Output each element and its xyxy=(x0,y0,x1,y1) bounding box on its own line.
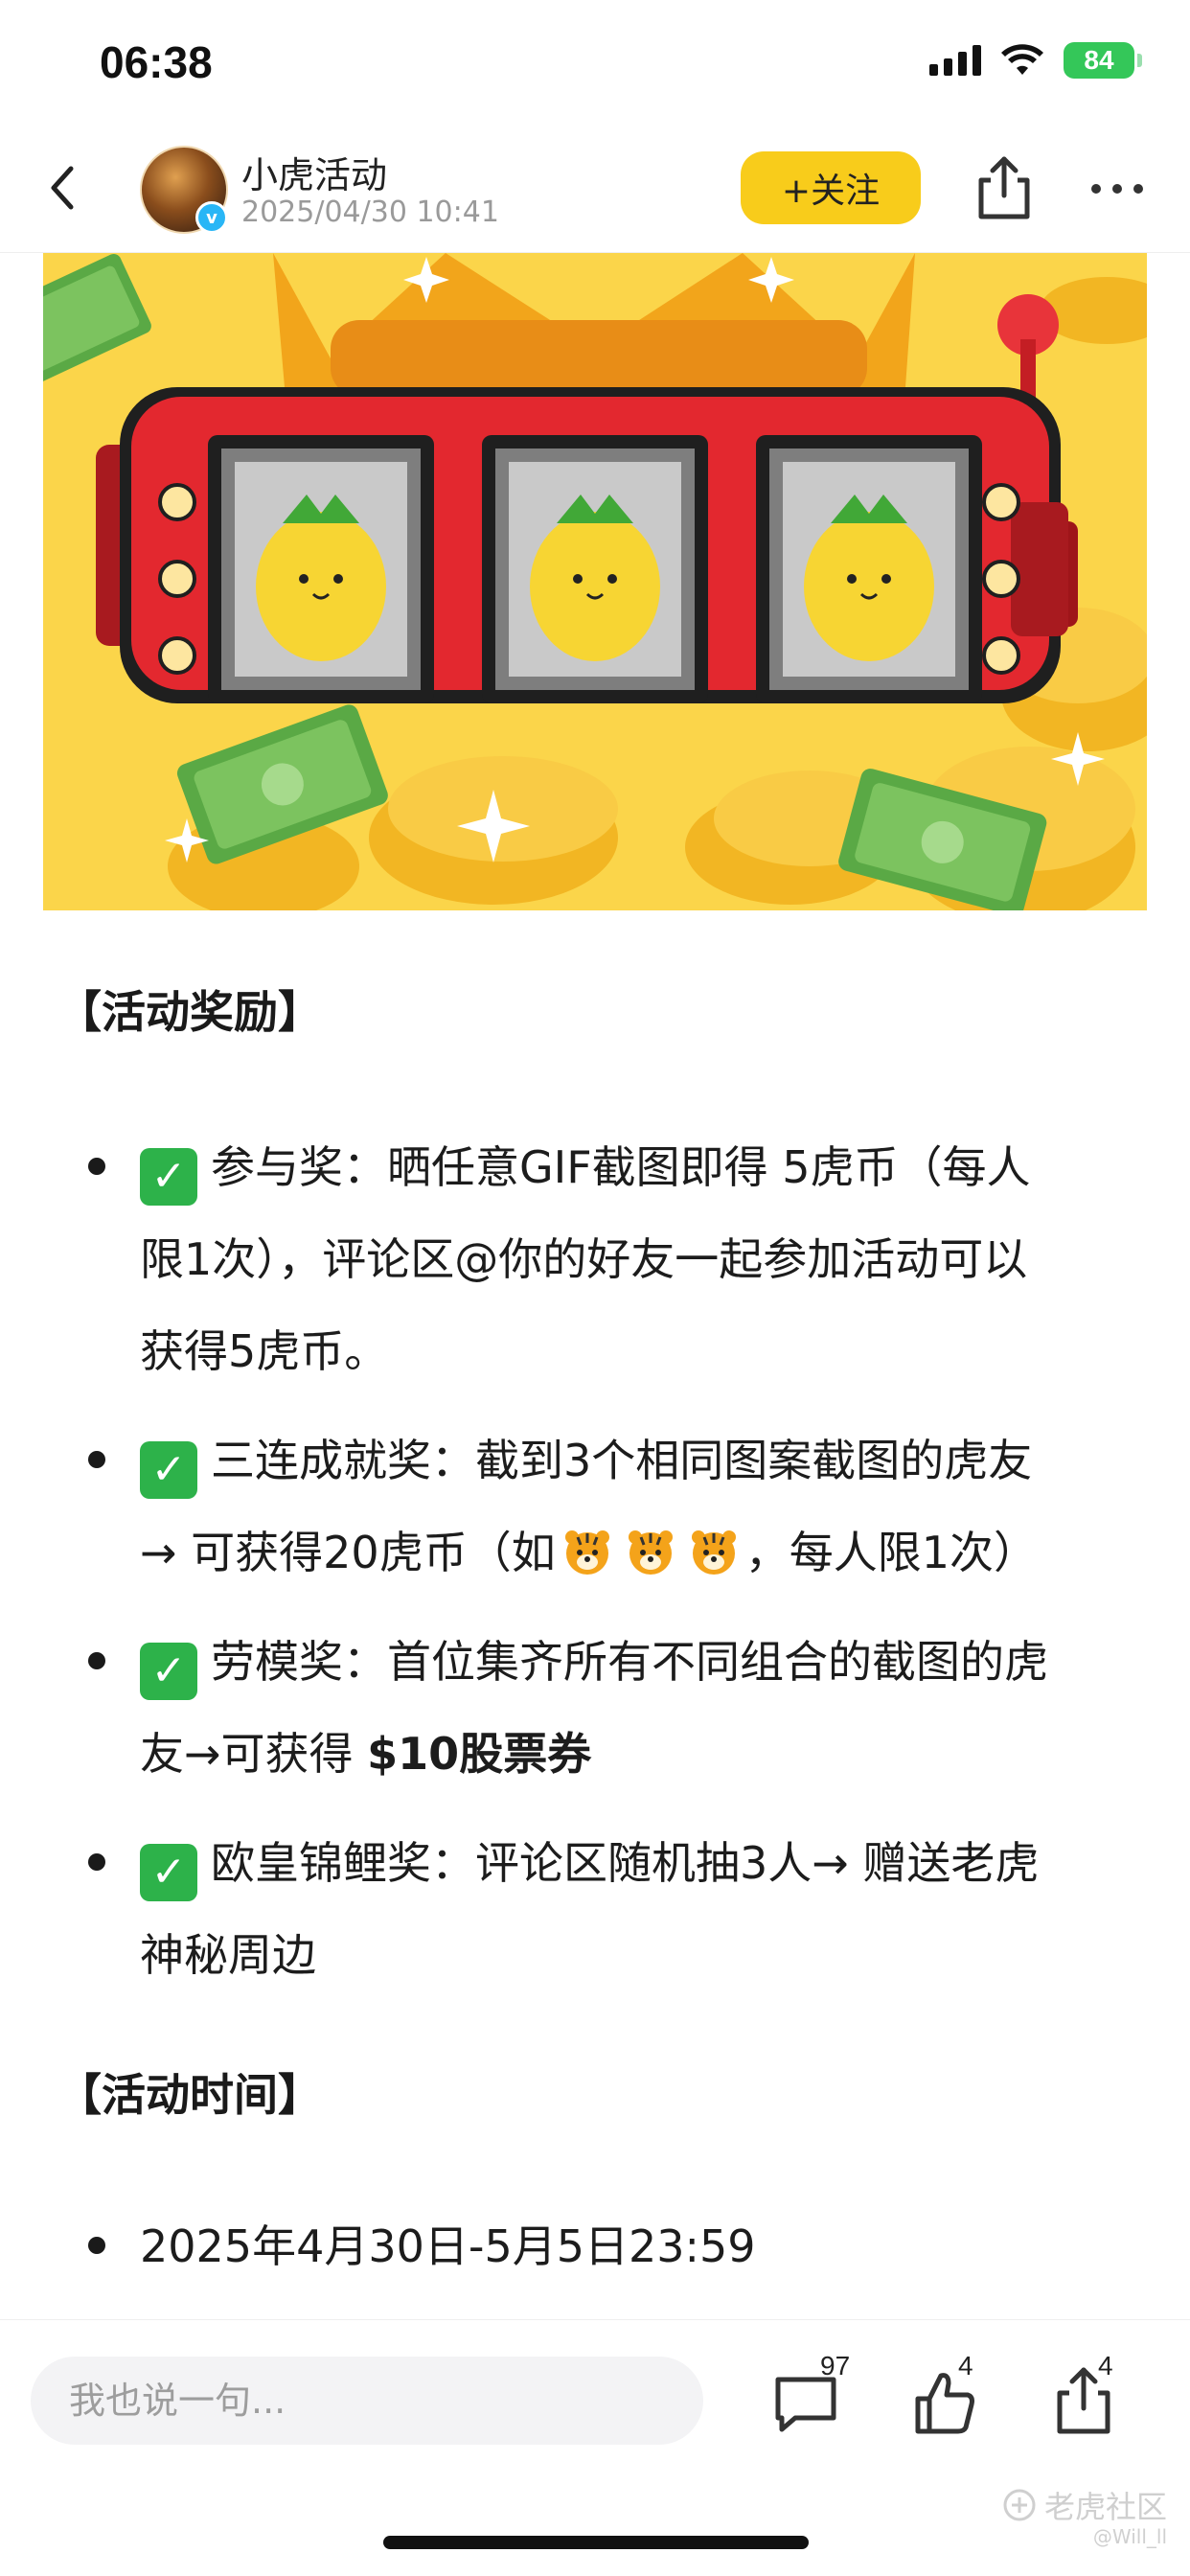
reward-text-line: ，每人限1次） xyxy=(744,1527,1038,1578)
home-indicator[interactable] xyxy=(383,2536,809,2549)
reward-text-line: 欧皇锦鲤奖：评论区随机抽3人→ 赠送老虎 xyxy=(211,1837,1040,1889)
watermark-handle: @Will_ll xyxy=(1092,2525,1167,2548)
status-time: 06:38 xyxy=(100,37,213,87)
back-arrow-icon[interactable] xyxy=(36,159,94,217)
share-count: 4 xyxy=(1098,2351,1113,2380)
bullet-dot xyxy=(88,1451,105,1468)
rewards-section-title: 【活动奖励】 xyxy=(57,986,322,1038)
watermark: 老虎社区 xyxy=(1002,2483,1167,2527)
post-header: v 小虎活动 2025/04/30 10:41 +关注 xyxy=(0,125,1190,253)
check-mark-icon: ✓ xyxy=(140,1844,197,1901)
status-bar: 06:38 84 xyxy=(0,0,1190,125)
wifi-icon xyxy=(1001,44,1043,75)
comment-count: 97 xyxy=(820,2351,851,2380)
reward-text-line: 神秘周边 xyxy=(140,1929,316,1981)
bullet-dot xyxy=(88,1158,105,1175)
cellular-signal-icon xyxy=(929,45,981,76)
battery-icon: 84 xyxy=(1064,42,1142,79)
reward-item-participation: ✓ 参与奖：晒任意GIF截图即得 5虎币（每人 限1次），评论区@你的好友一起参加… xyxy=(140,1121,1146,1397)
tiger-emoji-icon xyxy=(628,1530,673,1575)
tiger-emoji-icon xyxy=(691,1530,736,1575)
share-icon[interactable] xyxy=(970,151,1039,224)
comment-input[interactable] xyxy=(31,2357,703,2445)
bullet-dot xyxy=(88,1853,105,1871)
bullet-dot xyxy=(88,2237,105,2254)
check-mark-icon: ✓ xyxy=(140,1148,197,1206)
stock-voucher-amount: $10股票券 xyxy=(367,1728,592,1780)
time-section-title: 【活动时间】 xyxy=(57,2069,322,2121)
check-mark-icon: ✓ xyxy=(140,1643,197,1700)
status-icons: 84 xyxy=(929,42,1142,79)
like-thumb-icon[interactable] xyxy=(901,2358,987,2445)
reward-text-line: 三连成就奖：截到3个相同图案截图的虎友 xyxy=(211,1435,1033,1486)
post-time: 2025/04/30 10:41 xyxy=(241,196,499,229)
reward-item-triple: ✓ 三连成就奖：截到3个相同图案截图的虎友 → 可获得20虎币（如 ，每人限1次） xyxy=(140,1414,1146,1598)
reward-text-line: → 可获得20虎币（如 xyxy=(140,1527,556,1578)
follow-button[interactable]: +关注 xyxy=(741,151,921,224)
tiger-emoji-icon xyxy=(564,1530,609,1575)
reward-text-line: 参与奖：晒任意GIF截图即得 5虎币（每人 xyxy=(211,1141,1031,1193)
tiger-community-logo-icon xyxy=(1003,2489,1036,2521)
check-mark-icon: ✓ xyxy=(140,1441,197,1499)
reward-text-line: 限1次），评论区@你的好友一起参加活动可以 xyxy=(140,1233,1028,1285)
slot-machine-banner-image xyxy=(43,253,1147,910)
reward-text-line: 友→可获得 xyxy=(140,1728,368,1780)
like-count: 4 xyxy=(958,2351,973,2380)
more-options-icon[interactable] xyxy=(1083,165,1152,213)
share-icon[interactable] xyxy=(1041,2358,1127,2445)
reward-text-line: 劳模奖：首位集齐所有不同组合的截图的虎 xyxy=(211,1636,1048,1688)
watermark-brand: 老虎社区 xyxy=(1043,2489,1167,2525)
bullet-dot xyxy=(88,1652,105,1669)
reward-item-lucky: ✓ 欧皇锦鲤奖：评论区随机抽3人→ 赠送老虎 神秘周边 xyxy=(140,1817,1146,2001)
reward-item-model-worker: ✓ 劳模奖：首位集齐所有不同组合的截图的虎 友→可获得 $10股票券 xyxy=(140,1616,1146,1800)
verified-badge-icon: v xyxy=(195,201,228,234)
event-time-text: 2025年4月30日-5月5日23:59 xyxy=(140,2220,756,2272)
reward-text-line: 获得5虎币。 xyxy=(140,1325,389,1377)
author-name[interactable]: 小虎活动 xyxy=(241,146,387,198)
